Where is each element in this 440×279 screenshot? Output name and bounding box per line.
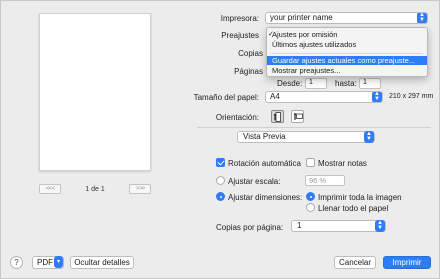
section-value: Vista Previa: [243, 132, 286, 141]
cancel-button[interactable]: Cancelar: [334, 256, 376, 269]
preset-item-default[interactable]: ✓ Ajustes por omisión: [267, 30, 427, 39]
prev-page-button[interactable]: << <: [39, 184, 61, 194]
checkmark-icon: ✓: [268, 31, 274, 38]
copies-per-page-select[interactable]: 1 ▲ ▼: [291, 220, 386, 232]
scale-radio[interactable]: [216, 176, 225, 185]
paper-size-select[interactable]: A4 ▲ ▼: [265, 91, 383, 103]
orientation-portrait-button[interactable]: [271, 110, 284, 123]
hide-details-button[interactable]: Ocultar detalles: [70, 256, 134, 269]
preset-item-save-current[interactable]: Guardar ajustes actuales como preajuste.…: [267, 56, 427, 65]
chevron-updown-icon: ▲ ▼: [417, 13, 427, 23]
paper-size-value: A4: [270, 92, 280, 101]
print-entire-image-radio[interactable]: [306, 192, 315, 201]
pages-from-input[interactable]: 1: [305, 78, 327, 89]
pdf-menu-button[interactable]: PDF ▾: [32, 256, 64, 269]
auto-rotate-label: Rotación automática: [228, 159, 301, 168]
scale-input[interactable]: 96 %: [305, 175, 345, 186]
orientation-label: Orientación:: [215, 113, 259, 122]
copies-per-page-value: 1: [297, 221, 302, 230]
preset-item-show-presets[interactable]: Mostrar preajustes...: [267, 66, 427, 75]
landscape-icon: [293, 113, 303, 120]
print-button[interactable]: Imprimir: [383, 256, 431, 269]
presets-menu: ✓ Ajustes por omisión Últimos ajustes ut…: [266, 27, 428, 77]
auto-rotate-checkbox[interactable]: [216, 158, 225, 167]
menu-divider: [271, 53, 423, 54]
chevron-updown-icon: ▲ ▼: [372, 92, 382, 102]
pages-to-input[interactable]: 1: [359, 78, 381, 89]
paper-dimensions: 210 x 297 mm: [389, 93, 434, 100]
show-notes-checkbox[interactable]: [306, 158, 315, 167]
copies-label: Copias: [238, 49, 263, 58]
fit-label: Ajustar dimensiones:: [228, 193, 303, 202]
pages-label: Páginas: [234, 67, 263, 76]
paper-size-label: Tamaño del papel:: [193, 93, 259, 102]
fill-paper-radio[interactable]: [306, 203, 315, 212]
next-page-button[interactable]: > >>: [129, 184, 151, 194]
orientation-landscape-button[interactable]: [291, 110, 304, 123]
page-count-text: 1 de 1: [85, 185, 105, 193]
pages-to-label: hasta:: [335, 79, 357, 88]
chevron-updown-icon: ▲ ▼: [364, 131, 374, 143]
pages-from-label: Desde:: [277, 79, 303, 88]
printer-select[interactable]: your printer name ▲ ▼: [265, 12, 428, 24]
scale-label: Ajustar escala:: [228, 177, 281, 186]
chevron-updown-icon: ▲ ▼: [375, 220, 385, 232]
print-entire-image-label: Imprimir toda la imagen: [318, 193, 402, 202]
section-divider: [197, 127, 431, 128]
chevron-down-icon: ▾: [54, 256, 63, 268]
section-select[interactable]: Vista Previa ▲ ▼: [237, 131, 375, 143]
copies-per-page-label: Copias por página:: [216, 223, 284, 232]
fit-radio[interactable]: [216, 192, 225, 201]
print-preview-page: [39, 13, 151, 171]
preview-pager: << < 1 de 1 > >>: [39, 183, 151, 195]
fill-paper-label: Llenar todo el papel: [318, 204, 389, 213]
portrait-icon: [273, 111, 281, 122]
preset-item-last-used[interactable]: Últimos ajustes utilizados: [267, 40, 427, 49]
show-notes-label: Mostrar notas: [318, 159, 367, 168]
printer-value: your printer name: [270, 13, 333, 22]
print-dialog: << < 1 de 1 > >> Impresora: your printer…: [0, 0, 440, 279]
help-button[interactable]: ?: [10, 256, 23, 269]
presets-label: Preajustes: [221, 31, 259, 40]
printer-label: Impresora:: [220, 14, 259, 23]
pdf-label: PDF: [37, 258, 53, 267]
